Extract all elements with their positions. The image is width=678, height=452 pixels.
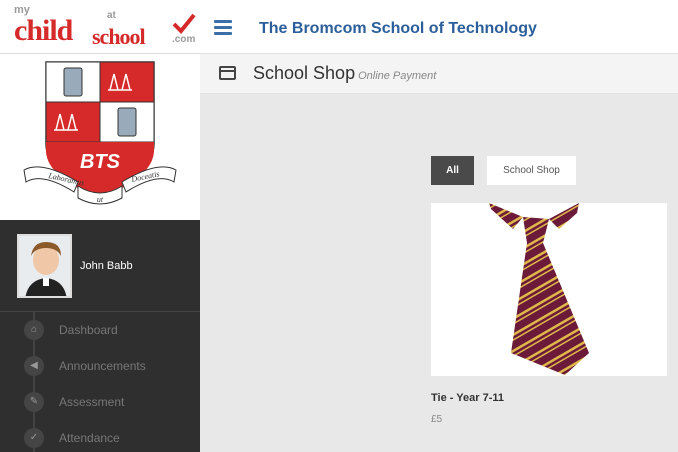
user-name[interactable]: John Babb <box>80 260 133 272</box>
tick-icon <box>172 13 196 34</box>
page-header: School Shop Online Payment <box>200 54 678 94</box>
credit-card-icon <box>219 66 236 80</box>
page-subtitle: Online Payment <box>358 70 437 82</box>
check-icon: ✓ <box>24 428 44 448</box>
filter-school-shop-button[interactable]: School Shop <box>487 156 576 185</box>
logo-bar: my child at school .com <box>0 0 200 54</box>
school-crest-icon: BTS Laboramus ut Doceatis <box>23 61 177 205</box>
sidebar: BTS Laboramus ut Doceatis John Babb ⌂ Da… <box>0 54 200 452</box>
product-name[interactable]: Tie - Year 7-11 <box>431 392 504 404</box>
megaphone-icon: ◀ <box>24 356 44 376</box>
user-panel: John Babb <box>0 220 200 312</box>
sidebar-item-announcements[interactable]: ◀ Announcements <box>0 348 200 384</box>
crest-motto-middle: ut <box>97 195 104 204</box>
logo-school-text: school <box>92 24 146 49</box>
product-image[interactable] <box>431 203 667 376</box>
logo-child-text: child <box>14 14 73 47</box>
crest-initials: BTS <box>80 151 121 173</box>
sidebar-item-attendance[interactable]: ✓ Attendance <box>0 420 200 452</box>
sidebar-item-assessment[interactable]: ✎ Assessment <box>0 384 200 420</box>
sidebar-item-label: Dashboard <box>59 323 118 337</box>
page-title-text: School Shop <box>253 63 356 83</box>
logo-com-text: .com <box>172 34 196 45</box>
product-price: £5 <box>431 414 443 425</box>
sidebar-item-dashboard[interactable]: ⌂ Dashboard <box>0 312 200 348</box>
hamburger-menu-icon[interactable] <box>214 20 232 35</box>
filter-all-button[interactable]: All <box>431 156 474 185</box>
pencil-icon: ✎ <box>24 392 44 412</box>
page-title: School Shop Online Payment <box>253 63 436 84</box>
tie-icon <box>489 203 589 375</box>
school-crest: BTS Laboramus ut Doceatis <box>0 54 200 220</box>
logo-at-text: at <box>107 10 116 21</box>
sidebar-item-label: Announcements <box>59 359 146 373</box>
home-icon: ⌂ <box>24 320 44 340</box>
avatar[interactable] <box>17 234 72 298</box>
top-bar: The Bromcom School of Technology <box>200 0 678 54</box>
sidebar-item-label: Attendance <box>59 431 120 445</box>
main-content: All School Shop Tie - Year 7-11 £5 <box>200 94 678 452</box>
student-photo <box>19 236 70 296</box>
sidebar-item-label: Assessment <box>59 395 125 409</box>
sidebar-menu: ⌂ Dashboard ◀ Announcements ✎ Assessment… <box>0 312 200 452</box>
school-name: The Bromcom School of Technology <box>259 20 537 37</box>
